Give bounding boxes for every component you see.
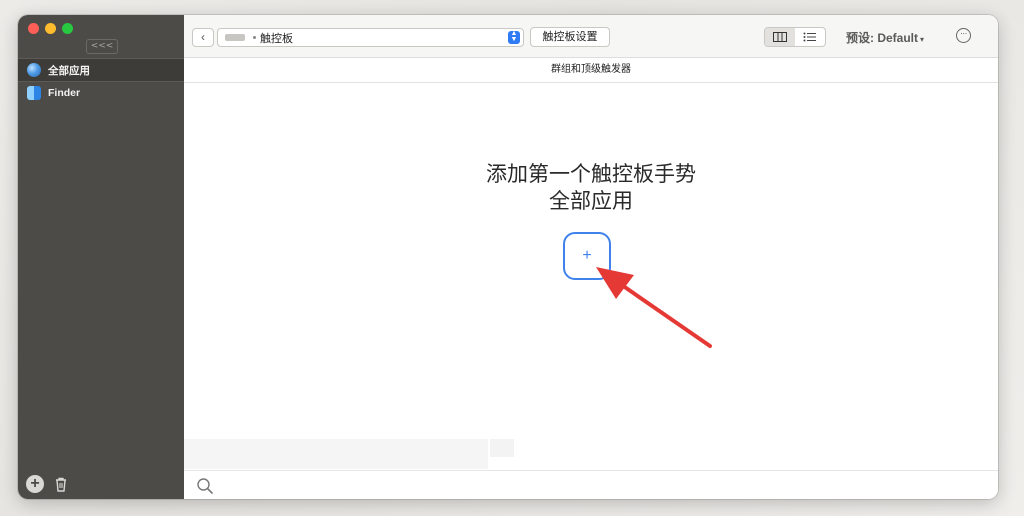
toolbar: ‹ 触控板 ▲ ▼ 触控板设置 预设: Default ▾ ··· <box>184 15 998 58</box>
footer-strip <box>184 439 488 469</box>
search-icon[interactable] <box>196 477 214 495</box>
sidebar-item-label: Finder <box>48 87 81 99</box>
sidebar: <<< 全部应用 Finder + <box>18 15 184 499</box>
main-panel: ‹ 触控板 ▲ ▼ 触控板设置 预设: Default ▾ ··· 群组和顶级触… <box>184 15 998 499</box>
list-view-button[interactable] <box>795 28 825 46</box>
finder-icon <box>27 86 41 100</box>
sidebar-item-label: 全部应用 <box>48 64 90 77</box>
add-app-button[interactable]: + <box>26 475 44 493</box>
zoom-window-button[interactable] <box>62 23 73 34</box>
sidebar-item-finder[interactable]: Finder <box>18 82 184 104</box>
select-arrows-icon: ▲ ▼ <box>508 30 520 44</box>
trackpad-icon <box>225 34 245 41</box>
search-bar[interactable] <box>184 470 998 499</box>
back-button[interactable]: ‹ <box>192 28 214 47</box>
list-icon <box>803 32 816 42</box>
sidebar-item-all-apps[interactable]: 全部应用 <box>18 58 184 82</box>
sidebar-footer: + <box>26 475 70 493</box>
footer-strip-2 <box>490 439 514 457</box>
empty-state-message: 添加第一个触控板手势 全部应用 <box>184 161 998 215</box>
annotation-arrow-icon <box>596 267 712 348</box>
trash-icon[interactable] <box>52 475 70 493</box>
more-options-icon[interactable]: ··· <box>956 28 971 43</box>
device-select[interactable]: 触控板 ▲ ▼ <box>217 28 524 47</box>
status-dot <box>253 36 256 39</box>
empty-state-line2: 全部应用 <box>549 190 633 213</box>
globe-icon <box>27 63 41 77</box>
chevron-down-icon: ▾ <box>920 35 925 44</box>
empty-state-line1: 添加第一个触控板手势 <box>486 163 696 186</box>
preset-label: 预设: Default <box>846 31 919 45</box>
column-view-button[interactable] <box>765 28 795 46</box>
device-label: 触控板 <box>260 32 293 45</box>
view-toggle <box>764 27 826 47</box>
close-window-button[interactable] <box>28 23 39 34</box>
preset-selector[interactable]: 预设: Default ▾ <box>846 29 924 46</box>
minimize-window-button[interactable] <box>45 23 56 34</box>
window-controls <box>28 23 73 34</box>
chevron-left-icon: ‹ <box>201 30 205 44</box>
collapse-sidebar-button[interactable]: <<< <box>86 39 118 54</box>
section-header: 群组和顶级触发器 <box>184 58 998 83</box>
trackpad-settings-button[interactable]: 触控板设置 <box>530 27 610 47</box>
app-window: <<< 全部应用 Finder + ‹ 触控板 ▲ ▼ 触控板设置 预设: De… <box>18 15 998 499</box>
columns-icon <box>773 32 787 42</box>
